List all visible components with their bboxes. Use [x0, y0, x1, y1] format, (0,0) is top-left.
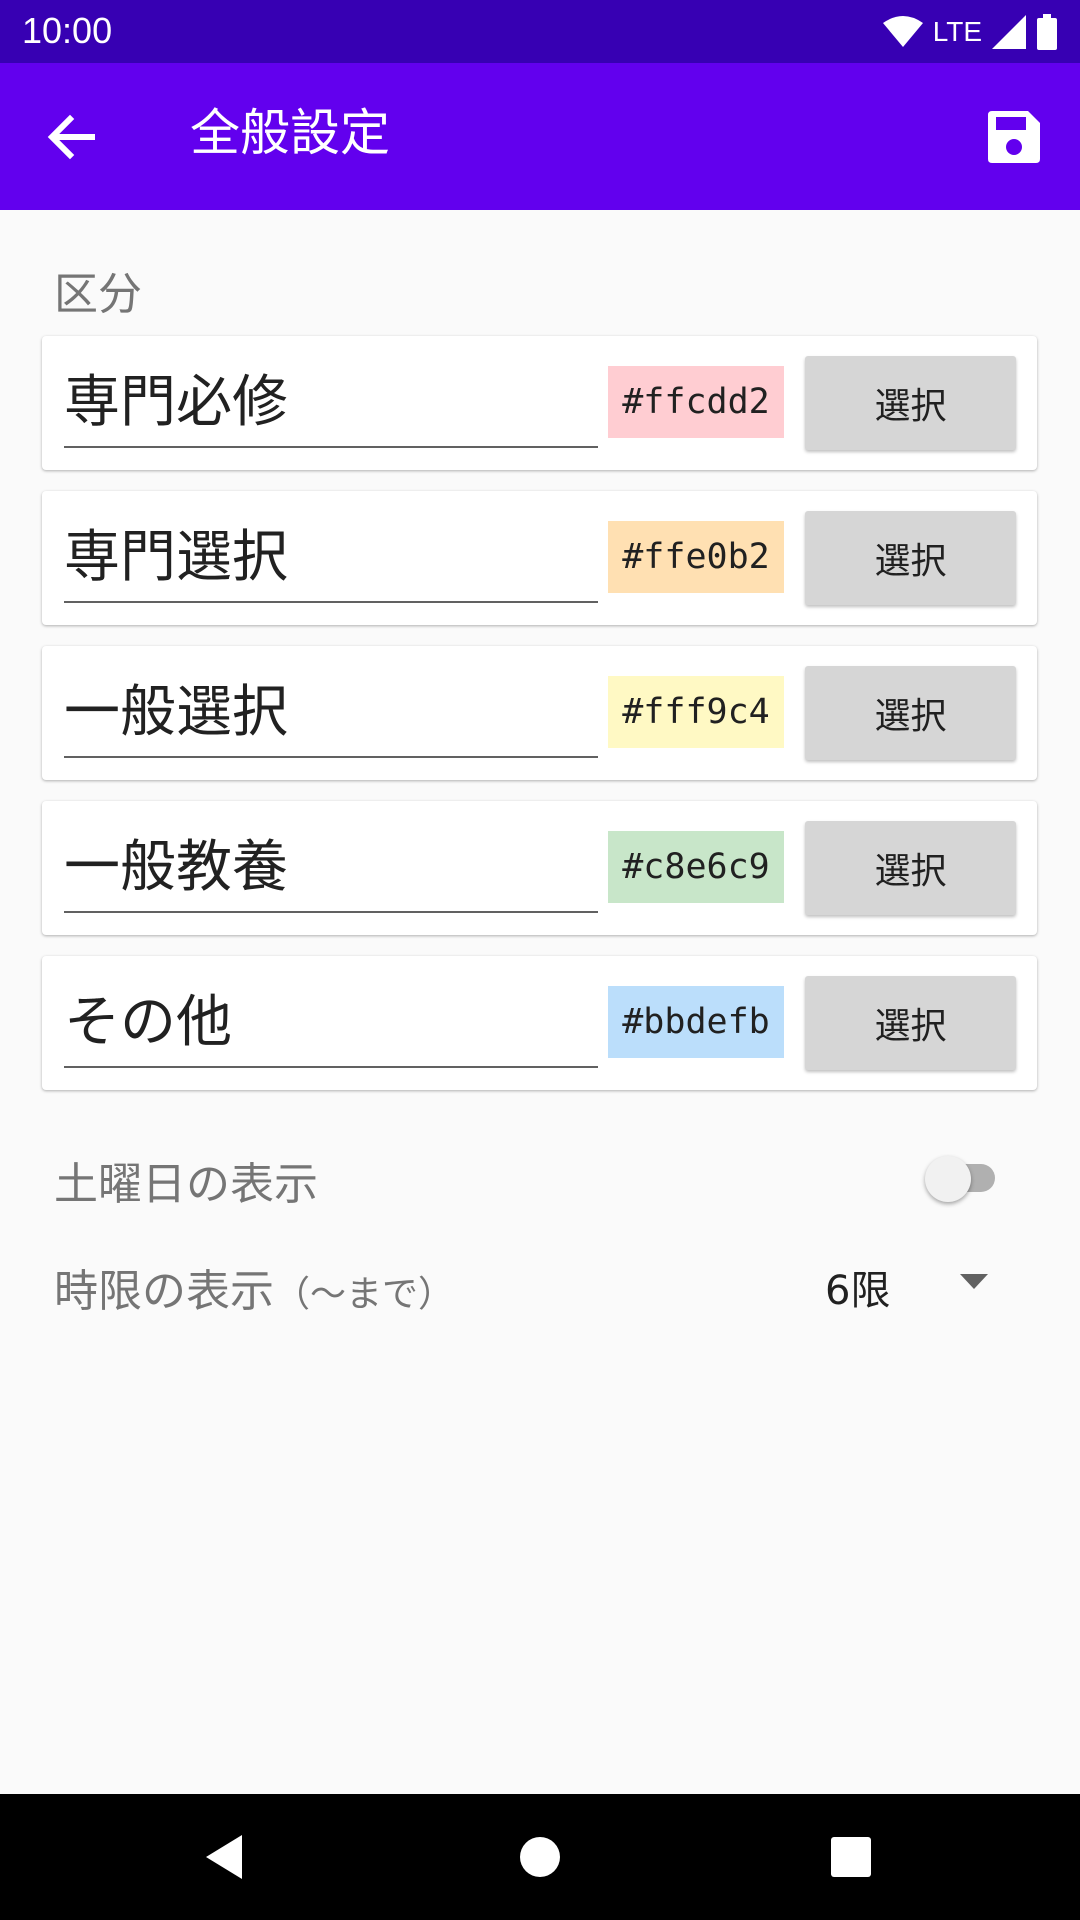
signal-icon — [992, 15, 1026, 49]
color-swatch: #fff9c4 — [608, 676, 784, 748]
select-color-button[interactable]: 選択 — [805, 976, 1016, 1070]
wifi-icon — [882, 16, 923, 47]
toggle-thumb — [925, 1156, 971, 1202]
period-display-note: （〜まで） — [274, 1274, 455, 1315]
arrow-back-icon — [47, 114, 95, 160]
page-title: 全般設定 — [190, 104, 390, 162]
nav-home-button[interactable] — [512, 1829, 568, 1885]
period-display-label-text: 時限の表示 — [54, 1266, 274, 1317]
category-card: #ffe0b2 選択 — [42, 491, 1037, 625]
network-type: LTE — [932, 16, 982, 47]
nav-recents-icon — [831, 1837, 871, 1877]
app-bar: 全般設定 — [0, 63, 1080, 210]
saturday-display-label: 土曜日の表示 — [54, 1159, 318, 1210]
nav-back-icon — [206, 1835, 242, 1879]
select-color-button[interactable]: 選択 — [805, 821, 1016, 915]
category-card: #ffcdd2 選択 — [42, 336, 1037, 470]
color-swatch: #bbdefb — [608, 986, 784, 1058]
select-color-button[interactable]: 選択 — [805, 666, 1016, 760]
battery-icon — [1037, 14, 1057, 50]
category-name-input[interactable] — [64, 976, 598, 1068]
saturday-display-toggle[interactable] — [925, 1150, 1009, 1204]
save-button[interactable] — [982, 105, 1046, 169]
nav-recents-button[interactable] — [823, 1829, 879, 1885]
category-name-input[interactable] — [64, 511, 598, 603]
status-bar: 10:00 LTE — [0, 0, 1080, 63]
color-swatch: #c8e6c9 — [608, 831, 784, 903]
select-color-button[interactable]: 選択 — [805, 511, 1016, 605]
category-card: #bbdefb 選択 — [42, 956, 1037, 1090]
back-button[interactable] — [40, 105, 104, 169]
category-card: #fff9c4 選択 — [42, 646, 1037, 780]
status-time: 10:00 — [22, 10, 113, 51]
color-swatch: #ffe0b2 — [608, 521, 784, 593]
select-color-button[interactable]: 選択 — [805, 356, 1016, 450]
system-nav-bar — [0, 1794, 1080, 1920]
category-card: #c8e6c9 選択 — [42, 801, 1037, 935]
category-name-input[interactable] — [64, 821, 598, 913]
status-icons: LTE — [882, 12, 1058, 52]
category-section-label: 区分 — [54, 269, 142, 320]
period-dropdown[interactable]: 6限 — [810, 1252, 1010, 1316]
nav-back-button[interactable] — [198, 1829, 254, 1885]
save-icon — [988, 111, 1040, 163]
period-dropdown-value: 6限 — [825, 1268, 891, 1314]
category-name-input[interactable] — [64, 666, 598, 758]
period-display-label: 時限の表示（〜まで） — [54, 1255, 454, 1319]
dropdown-arrow-icon — [960, 1274, 988, 1289]
nav-home-icon — [520, 1837, 560, 1877]
category-name-input[interactable] — [64, 356, 598, 448]
color-swatch: #ffcdd2 — [608, 366, 784, 438]
